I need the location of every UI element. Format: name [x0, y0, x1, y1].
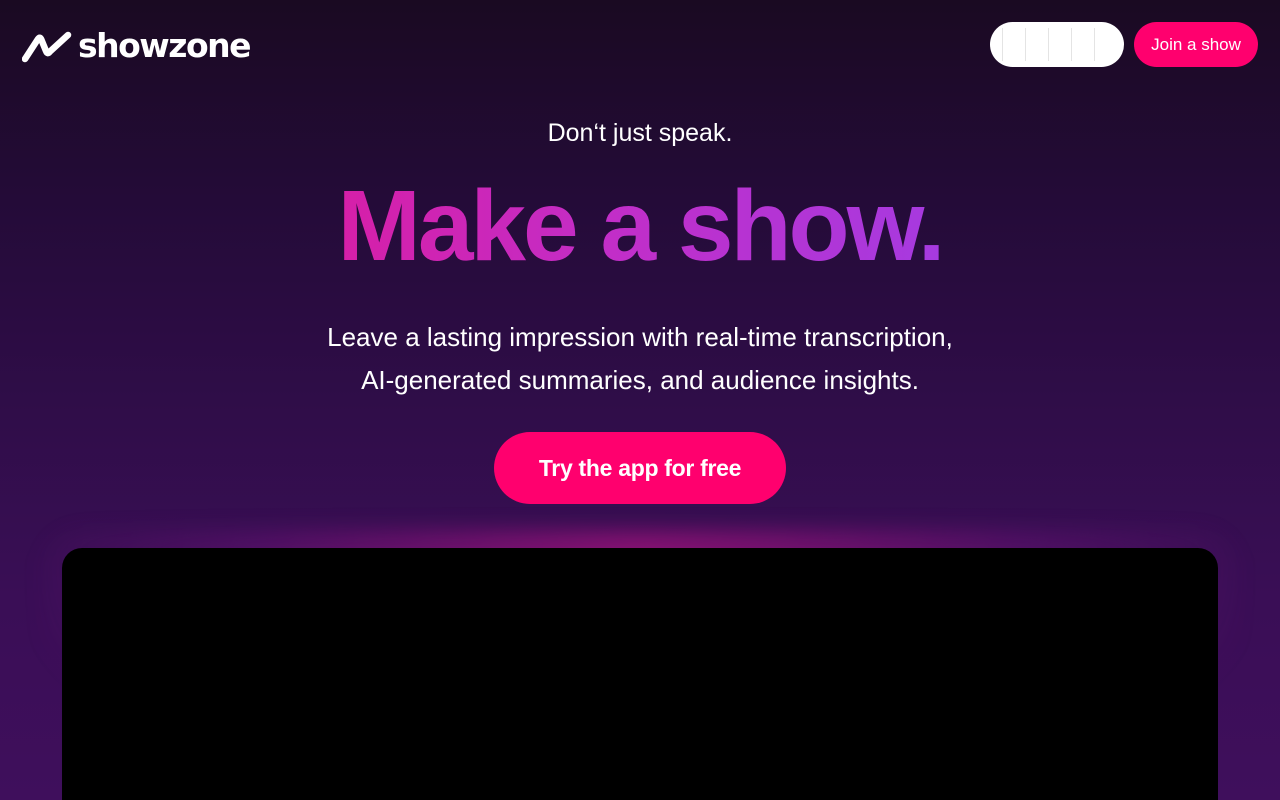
hero-subtitle-line: AI-generated summaries, and audience ins… [361, 365, 919, 395]
join-show-button[interactable]: Join a show [1134, 22, 1258, 67]
demo-video[interactable] [62, 548, 1218, 800]
site-header: showzone Join a show [0, 0, 1280, 90]
logo-text: showzone [78, 26, 252, 65]
language-option[interactable] [1026, 28, 1049, 61]
hero-subtitle: Leave a lasting impression with real-tim… [0, 316, 1280, 402]
hero-headline: Make a show. [0, 172, 1280, 280]
logo-link[interactable]: showzone [22, 26, 252, 66]
language-option[interactable] [1049, 28, 1072, 61]
language-option[interactable] [1002, 28, 1026, 61]
hero-kicker: Don‘t just speak. [547, 119, 733, 147]
hero-subtitle-line: Leave a lasting impression with real-tim… [327, 322, 953, 352]
language-switcher[interactable] [990, 22, 1124, 67]
wave-squiggle-icon [22, 31, 72, 63]
language-option[interactable] [1072, 28, 1095, 61]
hero-headline-text: Make a show. [337, 170, 946, 282]
try-app-button[interactable]: Try the app for free [494, 432, 786, 504]
